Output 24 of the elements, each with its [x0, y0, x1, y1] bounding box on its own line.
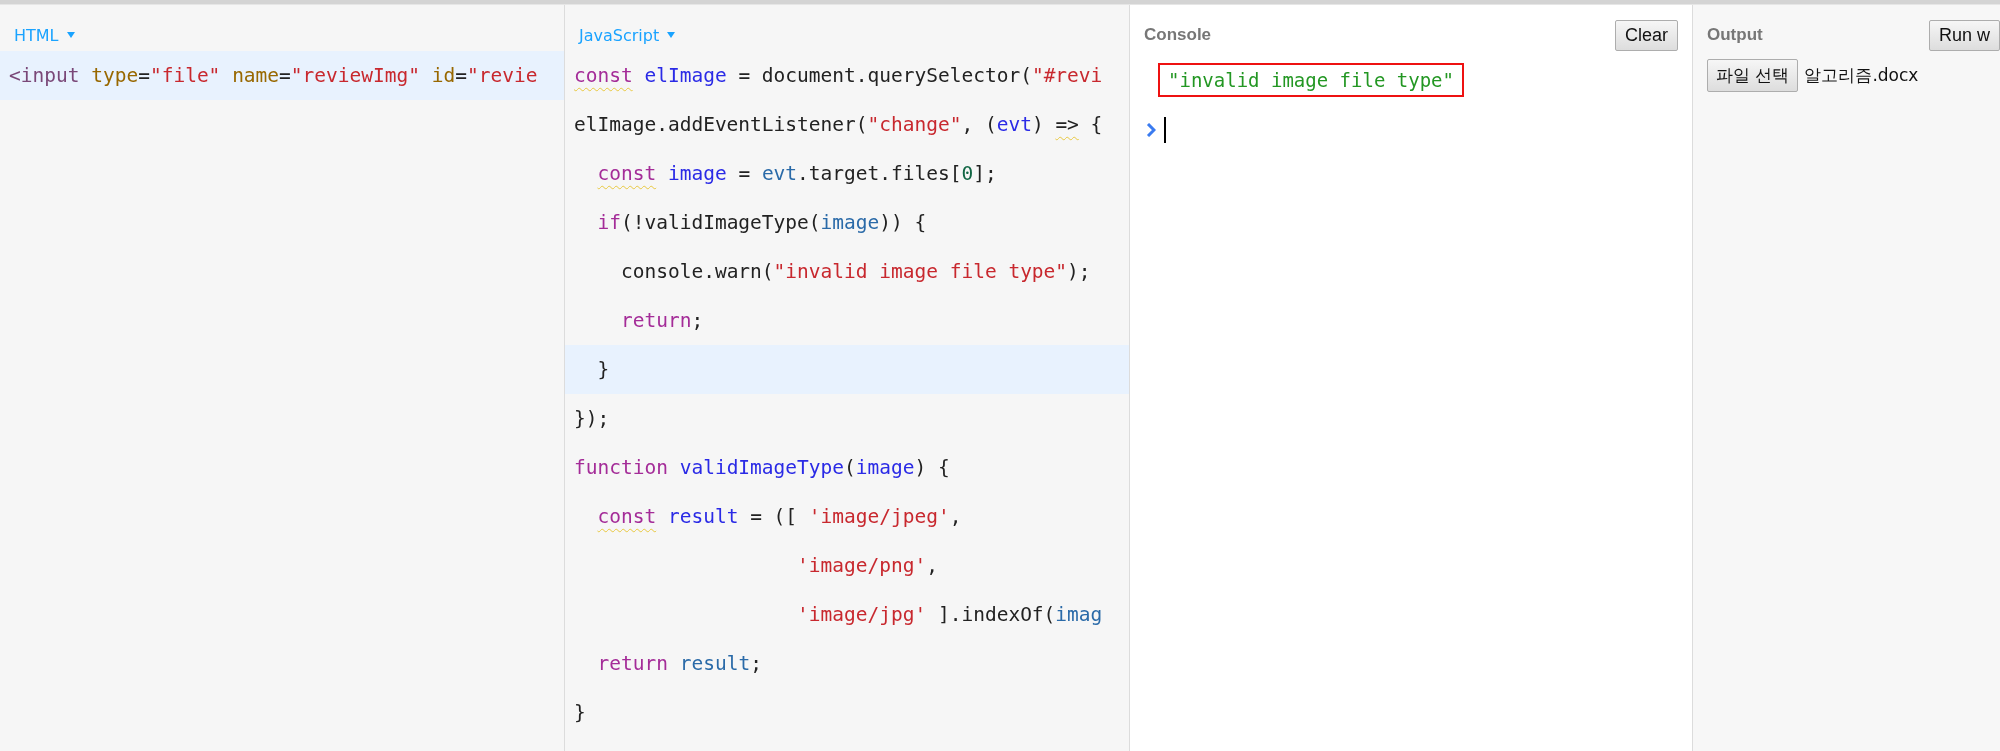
- code-line: console.warn("invalid image file type");: [619, 259, 1092, 285]
- code-line: 'image/jpg' ].indexOf(imag: [796, 602, 1104, 628]
- code-line: return;: [619, 308, 705, 334]
- caret-icon: [66, 32, 75, 38]
- file-name: 알고리즘.docx: [1804, 64, 1919, 87]
- panel-title: Output: [1707, 25, 1763, 45]
- run-button[interactable]: Run w: [1928, 19, 2000, 51]
- console-message: "invalid image file type": [1158, 63, 1464, 97]
- code-line: return result;: [596, 651, 763, 677]
- code-line: if(!validImageType(image)) {: [596, 210, 928, 236]
- code-line: });: [573, 406, 611, 432]
- caret-icon: [667, 32, 676, 38]
- prompt-chevron-icon: [1146, 123, 1156, 137]
- code-line: const result = ([ 'image/jpeg',: [596, 504, 963, 530]
- code-line: }: [573, 700, 587, 726]
- code-line: const elImage = document.querySelector("#revi: [573, 63, 1104, 89]
- code-line: 'image/png',: [796, 553, 939, 579]
- code-line: function validImageType(image) {: [573, 455, 951, 481]
- file-select-button[interactable]: 파일 선택: [1707, 59, 1799, 92]
- clear-button[interactable]: Clear: [1615, 19, 1678, 51]
- text-cursor: [1164, 117, 1166, 143]
- code-line: const image = evt.target.files[0];: [596, 161, 998, 187]
- code-line: elImage.addEventListener("change", (evt) => {: [573, 112, 1104, 138]
- panel-title: Console: [1144, 25, 1212, 45]
